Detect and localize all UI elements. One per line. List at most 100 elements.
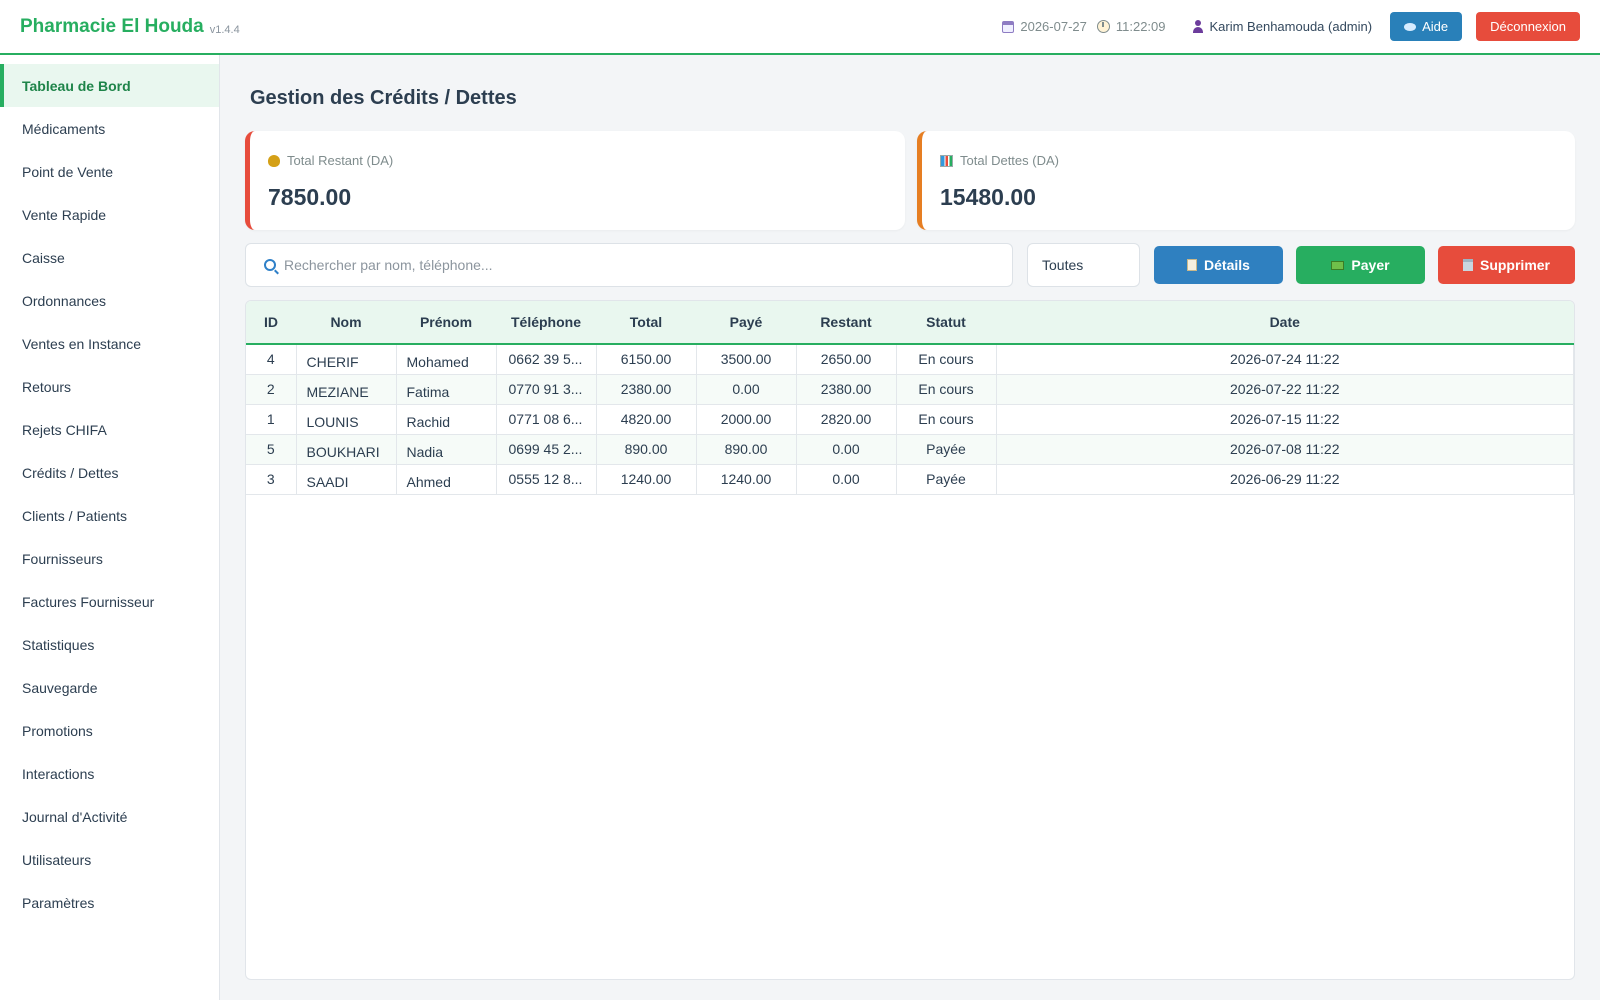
col-header-telephone[interactable]: Téléphone (496, 301, 596, 344)
sidebar-item-vente-rapide[interactable]: Vente Rapide (0, 193, 219, 236)
cell-paye: 2000.00 (696, 404, 797, 435)
sidebar-item-credits-dettes[interactable]: Crédits / Dettes (0, 451, 219, 494)
cell-nom: BOUKHARI (296, 434, 397, 465)
help-label: Aide (1422, 19, 1449, 34)
sidebar-item-clients-patients[interactable]: Clients / Patients (0, 494, 219, 537)
user-name: Karim Benhamouda (admin) (1209, 19, 1373, 34)
date-display: 2026-07-27 (1002, 19, 1087, 34)
app-version: v1.4.4 (209, 23, 240, 36)
bar-chart-icon (940, 154, 953, 167)
money-icon (1331, 260, 1345, 270)
clipboard-icon (1187, 259, 1198, 271)
sidebar-item-rejets-chifa[interactable]: Rejets CHIFA (0, 408, 219, 451)
delete-label: Supprimer (1479, 257, 1550, 273)
pay-button[interactable]: Payer (1296, 246, 1425, 284)
cell-prenom: Rachid (396, 404, 497, 435)
col-header-prenom[interactable]: Prénom (396, 301, 496, 344)
total-debts-card: Total Dettes (DA) 15480.00 (917, 131, 1575, 230)
sidebar-item-interactions[interactable]: Interactions (0, 752, 219, 795)
col-header-restant[interactable]: Restant (796, 301, 896, 344)
time-text: 11:22:09 (1115, 19, 1166, 34)
sidebar-item-fournisseurs[interactable]: Fournisseurs (0, 537, 219, 580)
details-button[interactable]: Détails (1154, 246, 1283, 284)
table-row[interactable]: 2 MEZIANE Fatima 0770 91 3... 2380.00 0.00 238… (246, 374, 1574, 405)
help-button[interactable]: Aide (1390, 12, 1463, 41)
cell-date: 2026-07-24 11:22 (996, 344, 1574, 375)
table-row[interactable]: 3 SAADI Ahmed 0555 12 8... 1240.00 1240.00 0.0… (246, 464, 1574, 495)
sidebar-item-factures-fournisseur[interactable]: Factures Fournisseur (0, 580, 219, 623)
sidebar-item-ventes-en-instance[interactable]: Ventes en Instance (0, 322, 219, 365)
cell-paye: 3500.00 (696, 344, 797, 375)
cell-id: 3 (246, 464, 297, 495)
cell-restant: 0.00 (796, 434, 897, 465)
clock-icon (1096, 20, 1110, 33)
sidebar-item-point-de-vente[interactable]: Point de Vente (0, 150, 219, 193)
cell-total: 1240.00 (596, 464, 697, 495)
sidebar-item-statistiques[interactable]: Statistiques (0, 623, 219, 666)
cell-date: 2026-07-22 11:22 (996, 374, 1574, 405)
cell-total: 890.00 (596, 434, 697, 465)
sidebar-item-journal-d-activite[interactable]: Journal d'Activité (0, 795, 219, 838)
delete-button[interactable]: Supprimer (1438, 246, 1575, 284)
cell-tel: 0555 12 8... (496, 464, 597, 495)
top-bar: Pharmacie El Houda v1.4.4 2026-07-27 11:… (0, 0, 1600, 55)
sidebar-item-parametres[interactable]: Paramètres (0, 881, 219, 924)
total-debts-value: 15480.00 (940, 184, 1036, 210)
sidebar-item-promotions[interactable]: Promotions (0, 709, 219, 752)
search-placeholder: Rechercher par nom, téléphone... (284, 257, 493, 273)
pay-label: Payer (1351, 257, 1390, 273)
table-row[interactable]: 4 CHERIF Mohamed 0662 39 5... 6150.00 3500.00… (246, 344, 1574, 375)
col-header-paye[interactable]: Payé (696, 301, 796, 344)
cell-nom: CHERIF (296, 344, 397, 375)
cell-tel: 0771 08 6... (496, 404, 597, 435)
cell-date: 2026-07-15 11:22 (996, 404, 1574, 435)
sidebar-item-medicaments[interactable]: Médicaments (0, 107, 219, 150)
col-header-nom[interactable]: Nom (296, 301, 396, 344)
status-filter-select[interactable]: Toutes (1027, 243, 1140, 287)
cell-statut: Payée (896, 434, 997, 465)
col-header-total[interactable]: Total (596, 301, 696, 344)
total-debts-label: Total Dettes (DA) (960, 153, 1059, 168)
cell-restant: 2650.00 (796, 344, 897, 375)
cell-restant: 2380.00 (796, 374, 897, 405)
cell-restant: 0.00 (796, 464, 897, 495)
cell-total: 4820.00 (596, 404, 697, 435)
search-input[interactable]: Rechercher par nom, téléphone... (245, 243, 1013, 287)
sidebar-item-retours[interactable]: Retours (0, 365, 219, 408)
user-icon (1192, 20, 1204, 33)
cell-prenom: Nadia (396, 434, 497, 465)
cell-prenom: Mohamed (396, 344, 497, 375)
cell-date: 2026-07-08 11:22 (996, 434, 1574, 465)
cell-restant: 2820.00 (796, 404, 897, 435)
credits-table: ID Nom Prénom Téléphone Total Payé Resta… (246, 301, 1574, 495)
cell-statut: Payée (896, 464, 997, 495)
sidebar-item-ordonnances[interactable]: Ordonnances (0, 279, 219, 322)
cell-nom: LOUNIS (296, 404, 397, 435)
cell-nom: SAADI (296, 464, 397, 495)
col-header-id[interactable]: ID (246, 301, 296, 344)
total-remaining-value: 7850.00 (268, 184, 352, 210)
sidebar: Tableau de Bord Médicaments Point de Vente… (0, 55, 220, 1000)
table-row[interactable]: 5 BOUKHARI Nadia 0699 45 2... 890.00 890.00 0.… (246, 434, 1574, 465)
cell-tel: 0662 39 5... (496, 344, 597, 375)
cell-statut: En cours (896, 404, 997, 435)
cell-tel: 0770 91 3... (496, 374, 597, 405)
cell-paye: 1240.00 (696, 464, 797, 495)
logout-label: Déconnexion (1490, 19, 1566, 34)
main-content: Gestion des Crédits / Dettes Total Resta… (220, 55, 1600, 1000)
logout-button[interactable]: Déconnexion (1476, 12, 1580, 41)
table-row[interactable]: 1 LOUNIS Rachid 0771 08 6... 4820.00 2000.00 2… (246, 404, 1574, 435)
cell-id: 2 (246, 374, 297, 405)
cell-nom: MEZIANE (296, 374, 397, 405)
total-remaining-label: Total Restant (DA) (287, 153, 394, 168)
col-header-date[interactable]: Date (996, 301, 1574, 344)
col-header-statut[interactable]: Statut (896, 301, 996, 344)
total-debts-label-row: Total Dettes (DA) (940, 153, 1557, 168)
cell-paye: 890.00 (696, 434, 797, 465)
sidebar-item-tableau-de-bord[interactable]: Tableau de Bord (0, 64, 219, 107)
sidebar-item-caisse[interactable]: Caisse (0, 236, 219, 279)
sidebar-item-utilisateurs[interactable]: Utilisateurs (0, 838, 219, 881)
sidebar-item-sauvegarde[interactable]: Sauvegarde (0, 666, 219, 709)
status-filter-value: Toutes (1042, 257, 1084, 273)
cell-total: 6150.00 (596, 344, 697, 375)
